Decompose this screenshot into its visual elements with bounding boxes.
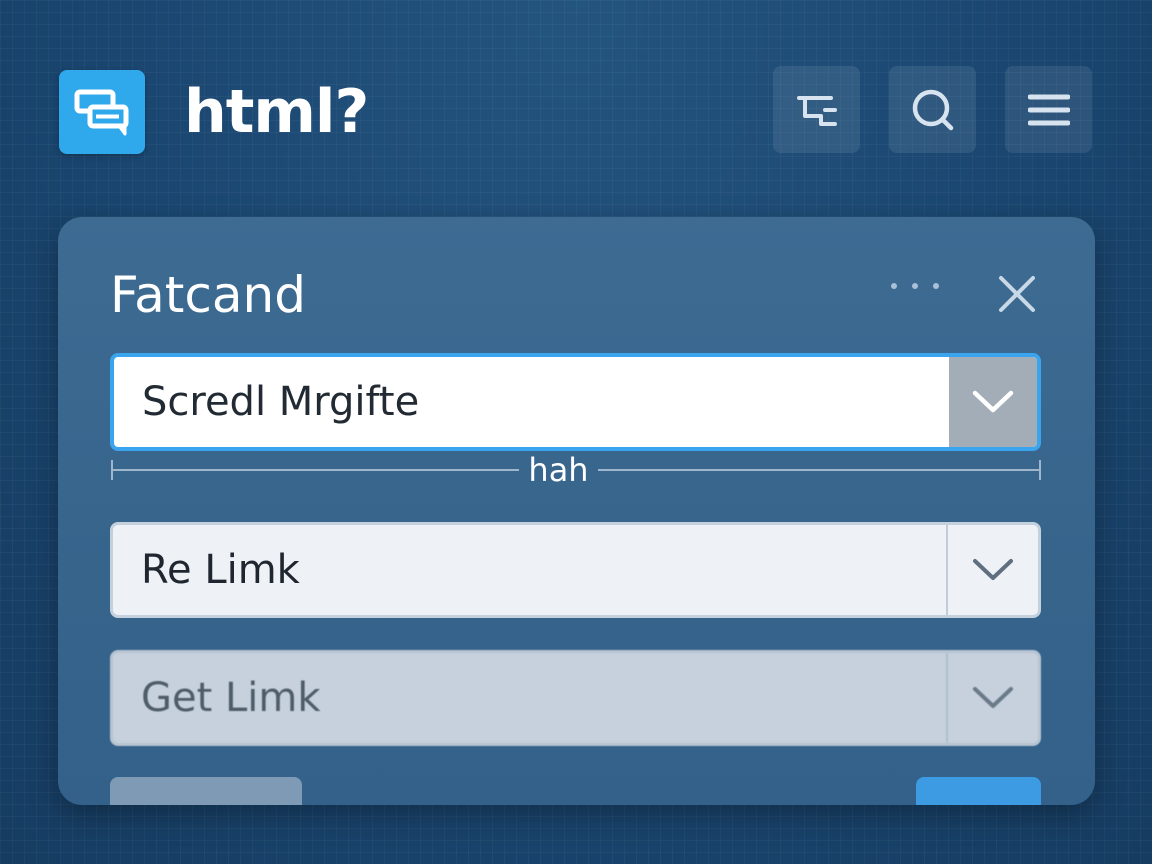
secondary-button[interactable] <box>110 777 302 805</box>
primary-select-value: Scredl Mrgifte <box>142 379 420 425</box>
route-icon <box>796 95 837 126</box>
search-icon <box>912 89 953 130</box>
measure-line-right <box>598 469 1041 471</box>
more-dots-icon-dot <box>933 283 939 289</box>
dialog-panel: Fatcand Scredl Mrgifte hah Re Limk Get L… <box>58 217 1095 805</box>
chevron-down-icon[interactable] <box>946 525 1038 615</box>
measure-line-left <box>111 469 519 471</box>
more-dots-icon-dot <box>912 283 918 289</box>
measure-tick-right <box>1039 460 1041 480</box>
chevron-down-icon[interactable] <box>949 357 1037 447</box>
measure-label: hah <box>528 451 589 489</box>
close-button[interactable] <box>994 271 1040 317</box>
menu-icon <box>1027 94 1070 125</box>
get-link-select[interactable]: Get Limk <box>110 650 1041 746</box>
route-button[interactable] <box>773 66 860 153</box>
primary-select[interactable]: Scredl Mrgifte <box>110 353 1041 451</box>
app-logo <box>59 70 145 154</box>
search-button[interactable] <box>889 66 976 153</box>
close-icon <box>999 276 1035 312</box>
chevron-down-icon[interactable] <box>946 653 1038 743</box>
more-options-button[interactable] <box>880 271 950 301</box>
more-dots-icon <box>891 283 897 289</box>
app-title: html? <box>184 77 369 147</box>
link-select-value: Re Limk <box>141 547 300 593</box>
menu-button[interactable] <box>1005 66 1092 153</box>
link-select[interactable]: Re Limk <box>110 522 1041 618</box>
width-measure: hah <box>111 451 1041 489</box>
chat-bubbles-icon <box>74 89 129 136</box>
primary-button[interactable] <box>916 777 1041 805</box>
panel-title: Fatcand <box>110 266 306 324</box>
get-link-select-value: Get Limk <box>141 675 321 721</box>
